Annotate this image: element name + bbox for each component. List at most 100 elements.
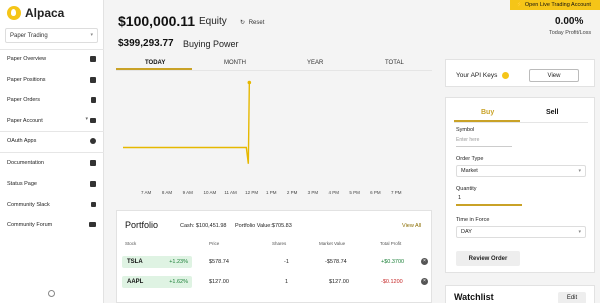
quantity-label: Quantity (456, 186, 477, 192)
stock-profit: +$0.3700 (381, 259, 405, 265)
profit-loss-value: 0.00% (555, 16, 584, 27)
sidebar-item-paper-positions[interactable]: Paper Positions (0, 73, 104, 87)
people-icon (89, 222, 96, 227)
tab-sell[interactable]: Sell (546, 109, 558, 116)
x-tick-label: 8 AM (161, 190, 173, 195)
sidebar-item-status-page[interactable]: Status Page (0, 177, 104, 191)
buying-power-label: Buying Power (183, 39, 239, 49)
symbol-placeholder: Enter here (456, 137, 480, 143)
stock-change: +1.62% (169, 279, 188, 285)
document-icon (91, 97, 96, 103)
view-api-keys-button[interactable]: View (529, 69, 579, 82)
briefcase-icon (90, 77, 96, 83)
reset-button[interactable]: ↻ Reset (240, 19, 264, 26)
x-tick-label: 7 PM (391, 190, 402, 195)
profit-loss-label: Today Profit/Loss (549, 30, 592, 36)
reset-label: Reset (248, 20, 265, 26)
monitor-icon (90, 181, 96, 187)
sidebar-item-label: Community Forum (7, 222, 53, 228)
sidebar-item-paper-orders[interactable]: Paper Orders (0, 93, 104, 107)
view-all-link[interactable]: View All (402, 223, 421, 229)
account-select-value: Paper Trading (10, 32, 48, 39)
column-header-market-value: Market Value (319, 241, 346, 246)
tab-month[interactable]: MONTH (224, 60, 246, 66)
edit-watchlist-button[interactable]: Edit (558, 292, 586, 303)
sidebar-item-label: Paper Account (7, 118, 43, 124)
quantity-value: 1 (458, 195, 462, 201)
stock-profit: -$0.1200 (381, 279, 403, 285)
table-row[interactable]: AAPL +1.62% $127.00 1 $127.00 -$0.1200 × (117, 273, 433, 291)
table-row[interactable]: TSLA +1.23% $578.74 -1 -$578.74 +$0.3700… (117, 253, 433, 271)
portfolio-cash: Cash: $100,451.98 (180, 223, 227, 229)
sidebar-item-community-slack[interactable]: Community Slack (0, 198, 104, 212)
sidebar-item-documentation[interactable]: Documentation (0, 156, 104, 170)
time-in-force-select[interactable]: DAY ▾ (456, 226, 586, 238)
stock-change: +1.23% (169, 259, 188, 265)
x-tick-label: 4 PM (328, 190, 340, 195)
order-type-value: Market (461, 168, 478, 174)
x-tick-label: 6 PM (370, 190, 381, 195)
equity-value: $100,000.11 (118, 13, 196, 29)
sidebar-item-label: OAuth Apps (7, 138, 37, 144)
book-icon (90, 160, 96, 166)
stock-shares: 1 (285, 279, 289, 285)
sidebar-item-label: Community Slack (7, 202, 50, 208)
chevron-down-icon: ▾ (578, 168, 581, 174)
trade-card: Buy Sell Symbol Enter here Order Type Ma… (445, 97, 595, 273)
account-select[interactable]: Paper Trading ▾ (5, 28, 98, 43)
logo-text: Alpaca (25, 6, 65, 20)
app-root: Alpaca Paper Trading ▾ Paper Overview Pa… (0, 0, 600, 303)
home-icon (90, 56, 96, 62)
collapse-sidebar-icon[interactable] (48, 290, 55, 297)
close-position-icon[interactable]: × (421, 278, 428, 285)
open-live-account-button[interactable]: ⚡ Open Live Trading Account (510, 0, 600, 10)
watchlist-card: Watchlist Edit (445, 285, 595, 303)
order-type-select[interactable]: Market ▾ (456, 165, 586, 177)
alpaca-logo-icon (7, 6, 21, 20)
symbol-label: Symbol (456, 127, 475, 133)
chevron-down-icon: ▾ (85, 116, 88, 122)
quantity-input[interactable]: 1 (456, 195, 522, 206)
sidebar-item-community-forum[interactable]: Community Forum (0, 218, 104, 232)
tab-today[interactable]: TODAY (145, 60, 165, 66)
tab-buy[interactable]: Buy (481, 109, 494, 116)
link-icon (90, 138, 96, 144)
stock-symbol: TSLA (127, 259, 143, 265)
symbol-input[interactable]: Enter here (456, 137, 512, 147)
column-header-total-profit: Total Profit (380, 241, 402, 246)
card-icon (90, 118, 96, 123)
x-tick-label: 1 PM (266, 190, 277, 195)
api-keys-card: Your API Keys View (445, 59, 595, 87)
close-position-icon[interactable]: × (421, 258, 428, 265)
order-type-label: Order Type (456, 156, 484, 162)
tab-year[interactable]: YEAR (307, 60, 323, 66)
stock-shares: -1 (284, 259, 289, 265)
tabs-divider (116, 70, 432, 71)
x-tick-label: 3 PM (307, 190, 319, 195)
sidebar-item-label: Paper Overview (7, 56, 47, 62)
open-live-account-label: Open Live Trading Account (524, 2, 591, 8)
bolt-icon: ⚡ (516, 2, 523, 8)
info-icon[interactable] (502, 72, 509, 79)
portfolio-title: Portfolio (125, 220, 159, 230)
stock-badge[interactable]: AAPL +1.62% (122, 276, 192, 288)
column-header-price: Price (209, 241, 220, 246)
review-order-button[interactable]: Review Order (456, 251, 520, 266)
sidebar-item-paper-overview[interactable]: Paper Overview (0, 52, 104, 66)
stock-badge[interactable]: TSLA +1.23% (122, 256, 192, 268)
tab-total[interactable]: TOTAL (385, 60, 404, 66)
sidebar-item-paper-account[interactable]: Paper Account ▾ (0, 114, 104, 128)
sidebar-item-label: Paper Positions (7, 77, 46, 83)
logo[interactable]: Alpaca (7, 4, 64, 22)
stock-market-value: -$578.74 (325, 259, 347, 265)
trade-tabs-divider (454, 122, 588, 123)
sidebar-item-oauth-apps[interactable]: OAuth Apps (0, 134, 104, 148)
equity-chart (123, 80, 252, 164)
chevron-down-icon: ▾ (90, 32, 93, 38)
x-tick-label: 5 PM (349, 190, 360, 195)
divider (0, 152, 104, 153)
x-tick-label: 10 AM (203, 190, 217, 195)
chevron-down-icon: ▾ (578, 229, 581, 235)
watchlist-title: Watchlist (454, 292, 494, 302)
stock-market-value: $127.00 (329, 279, 349, 285)
